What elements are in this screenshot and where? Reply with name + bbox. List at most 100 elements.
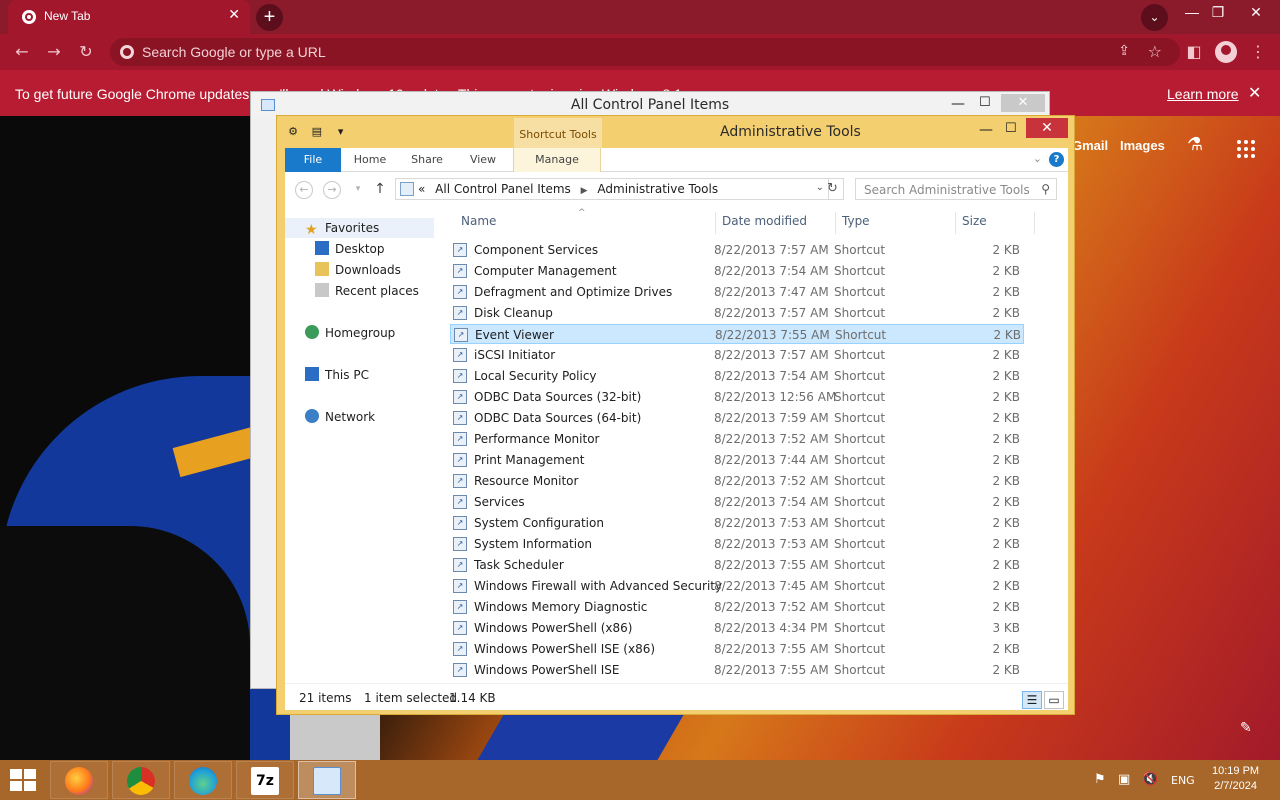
nav-item-downloads[interactable]: Downloads bbox=[315, 260, 401, 280]
table-row[interactable]: ↗ Local Security Policy 8/22/2013 7:54 AM S… bbox=[450, 366, 1024, 386]
nav-item-favorites[interactable]: ★ Favorites bbox=[285, 218, 434, 238]
table-row[interactable]: ↗ Resource Monitor 8/22/2013 7:52 AM Shortc… bbox=[450, 471, 1024, 491]
breadcrumb-prefix[interactable]: « bbox=[418, 182, 425, 196]
clock[interactable]: 10:19 PM 2/7/2024 bbox=[1212, 764, 1259, 794]
table-row[interactable]: ↗ ODBC Data Sources (64-bit) 8/22/2013 7:5… bbox=[450, 408, 1024, 428]
table-row[interactable]: ↗ System Configuration 8/22/2013 7:53 AM Sh… bbox=[450, 513, 1024, 533]
language-indicator[interactable]: ENG bbox=[1171, 774, 1195, 787]
table-row[interactable]: ↗ Windows PowerShell ISE 8/22/2013 7:55 AM… bbox=[450, 660, 1024, 680]
back-arrow-icon[interactable]: ← bbox=[12, 42, 32, 62]
table-row[interactable]: ↗ System Information 8/22/2013 7:53 AM Shor… bbox=[450, 534, 1024, 554]
recent-locations-icon[interactable]: ▾ bbox=[349, 181, 367, 199]
expand-ribbon-icon[interactable]: ⌄ bbox=[1033, 152, 1042, 165]
table-row[interactable]: ↗ Disk Cleanup 8/22/2013 7:57 AM Shortcut 2 … bbox=[450, 303, 1024, 323]
table-row[interactable]: ↗ iSCSI Initiator 8/22/2013 7:57 AM Shortcu… bbox=[450, 345, 1024, 365]
windows-start-icon[interactable] bbox=[10, 769, 38, 793]
action-center-flag-icon[interactable]: ⚑ bbox=[1094, 772, 1106, 787]
column-divider[interactable] bbox=[715, 212, 716, 234]
chrome-close-button[interactable]: ✕ bbox=[1242, 2, 1270, 24]
table-row[interactable]: ↗ Windows Firewall with Advanced Security… bbox=[450, 576, 1024, 596]
table-row[interactable]: ↗ Windows Memory Diagnostic 8/22/2013 7:52… bbox=[450, 597, 1024, 617]
back-button[interactable]: ← bbox=[295, 181, 313, 199]
reload-icon[interactable]: ↻ bbox=[76, 42, 96, 62]
table-row[interactable]: ↗ Performance Monitor 8/22/2013 7:52 AM Sho… bbox=[450, 429, 1024, 449]
bookmark-star-icon[interactable]: ☆ bbox=[1148, 42, 1162, 61]
properties-icon[interactable]: ⚙ bbox=[285, 124, 301, 140]
table-row[interactable]: ↗ Event Viewer 8/22/2013 7:55 AM Shortcut 2 … bbox=[450, 324, 1024, 344]
table-row[interactable]: ↗ Services 8/22/2013 7:54 AM Shortcut 2 KB bbox=[450, 492, 1024, 512]
table-row[interactable]: ↗ Defragment and Optimize Drives 8/22/2013… bbox=[450, 282, 1024, 302]
up-arrow-icon[interactable]: ↑ bbox=[371, 181, 389, 199]
images-link[interactable]: Images bbox=[1120, 138, 1165, 153]
column-header-type[interactable]: Type bbox=[842, 214, 870, 232]
google-apps-icon[interactable] bbox=[1237, 140, 1255, 158]
table-row[interactable]: ↗ Computer Management 8/22/2013 7:54 AM Sho… bbox=[450, 261, 1024, 281]
table-row[interactable]: ↗ Print Management 8/22/2013 7:44 AM Shortc… bbox=[450, 450, 1024, 470]
nav-item-desktop[interactable]: Desktop bbox=[315, 239, 385, 259]
chrome-minimize-button[interactable]: — bbox=[1178, 2, 1206, 24]
minimize-button[interactable]: — bbox=[951, 96, 965, 112]
taskbar-firefox[interactable] bbox=[50, 761, 108, 799]
quick-access-dropdown-icon[interactable]: ▾ bbox=[333, 124, 349, 140]
tab-search-button[interactable]: ⌄ bbox=[1141, 4, 1168, 31]
search-input[interactable]: Search Administrative Tools ⚲ bbox=[855, 178, 1057, 200]
help-icon[interactable]: ? bbox=[1049, 152, 1064, 167]
chrome-restore-button[interactable]: ❐ bbox=[1204, 2, 1232, 24]
nav-item-network[interactable]: Network bbox=[305, 407, 375, 427]
customize-pencil-icon[interactable]: ✎ bbox=[1240, 720, 1252, 736]
nav-item-this-pc[interactable]: This PC bbox=[305, 365, 369, 385]
new-folder-icon[interactable]: ▤ bbox=[309, 124, 325, 140]
breadcrumb-item-administrative-tools[interactable]: Administrative Tools bbox=[597, 182, 718, 196]
taskbar-control-panel[interactable] bbox=[298, 761, 356, 799]
close-button[interactable]: ✕ bbox=[1001, 94, 1045, 112]
table-row[interactable]: ↗ Task Scheduler 8/22/2013 7:55 AM Shortcut… bbox=[450, 555, 1024, 575]
gmail-link[interactable]: Gmail bbox=[1072, 138, 1108, 153]
minimize-button[interactable]: — bbox=[979, 122, 993, 138]
nav-item-homegroup[interactable]: Homegroup bbox=[305, 323, 395, 343]
taskbar-edge[interactable] bbox=[174, 761, 232, 799]
tab-home[interactable]: Home bbox=[345, 148, 395, 172]
table-row[interactable]: ↗ ODBC Data Sources (32-bit) 8/22/2013 12:… bbox=[450, 387, 1024, 407]
column-header-size[interactable]: Size bbox=[962, 214, 987, 232]
column-header-name[interactable]: Name bbox=[461, 214, 496, 232]
large-icons-view-icon[interactable]: ▭ bbox=[1044, 691, 1064, 709]
table-row[interactable]: ↗ Windows PowerShell (x86) 8/22/2013 4:34 … bbox=[450, 618, 1024, 638]
infobar-close-icon[interactable]: ✕ bbox=[1248, 83, 1261, 102]
network-tray-icon[interactable]: ▣ bbox=[1118, 772, 1130, 787]
chrome-menu-icon[interactable]: ⋮ bbox=[1248, 42, 1268, 62]
table-row[interactable]: ↗ Component Services 8/22/2013 7:57 AM Shor… bbox=[450, 240, 1024, 260]
close-button[interactable]: ✕ bbox=[1026, 118, 1068, 138]
refresh-button[interactable]: ↻ bbox=[822, 178, 844, 200]
column-divider[interactable] bbox=[835, 212, 836, 234]
chrome-tab-new-tab[interactable]: New Tab ✕ bbox=[8, 0, 250, 34]
new-tab-button[interactable]: + bbox=[256, 4, 283, 31]
tab-close-icon[interactable]: ✕ bbox=[228, 7, 240, 23]
profile-avatar[interactable] bbox=[1215, 41, 1237, 63]
address-field[interactable]: « All Control Panel Items ▶ Administrati… bbox=[395, 178, 829, 200]
omnibox[interactable]: Search Google or type a URL ⇪ ☆ bbox=[110, 38, 1180, 66]
volume-muted-icon[interactable]: 🔇 bbox=[1142, 772, 1158, 787]
column-header-date[interactable]: Date modified bbox=[722, 214, 807, 232]
maximize-button[interactable]: ☐ bbox=[1005, 121, 1017, 136]
search-icon[interactable]: ⚲ bbox=[1041, 182, 1050, 196]
tab-share[interactable]: Share bbox=[401, 148, 453, 172]
tab-view[interactable]: View bbox=[459, 148, 507, 172]
side-panel-icon[interactable]: ◧ bbox=[1184, 42, 1204, 62]
forward-button[interactable]: → bbox=[323, 181, 341, 199]
column-divider[interactable] bbox=[1034, 212, 1035, 234]
nav-item-recent-places[interactable]: Recent places bbox=[315, 281, 419, 301]
share-icon[interactable]: ⇪ bbox=[1118, 43, 1130, 59]
labs-flask-icon[interactable]: ⚗ bbox=[1187, 134, 1209, 156]
forward-arrow-icon[interactable]: → bbox=[44, 42, 64, 62]
table-row[interactable]: ↗ Windows PowerShell ISE (x86) 8/22/2013 7… bbox=[450, 639, 1024, 659]
taskbar-7zip[interactable]: 7z bbox=[236, 761, 294, 799]
learn-more-link[interactable]: Learn more bbox=[1167, 86, 1239, 102]
maximize-button[interactable]: ☐ bbox=[979, 95, 991, 110]
column-divider[interactable] bbox=[955, 212, 956, 234]
tab-manage[interactable]: Manage bbox=[513, 148, 601, 172]
breadcrumb-item-control-panel[interactable]: All Control Panel Items bbox=[435, 182, 571, 196]
breadcrumb-separator-icon[interactable]: ▶ bbox=[581, 186, 588, 196]
details-view-icon[interactable]: ☰ bbox=[1022, 691, 1042, 709]
tab-file[interactable]: File bbox=[285, 148, 341, 172]
taskbar-chrome[interactable] bbox=[112, 761, 170, 799]
